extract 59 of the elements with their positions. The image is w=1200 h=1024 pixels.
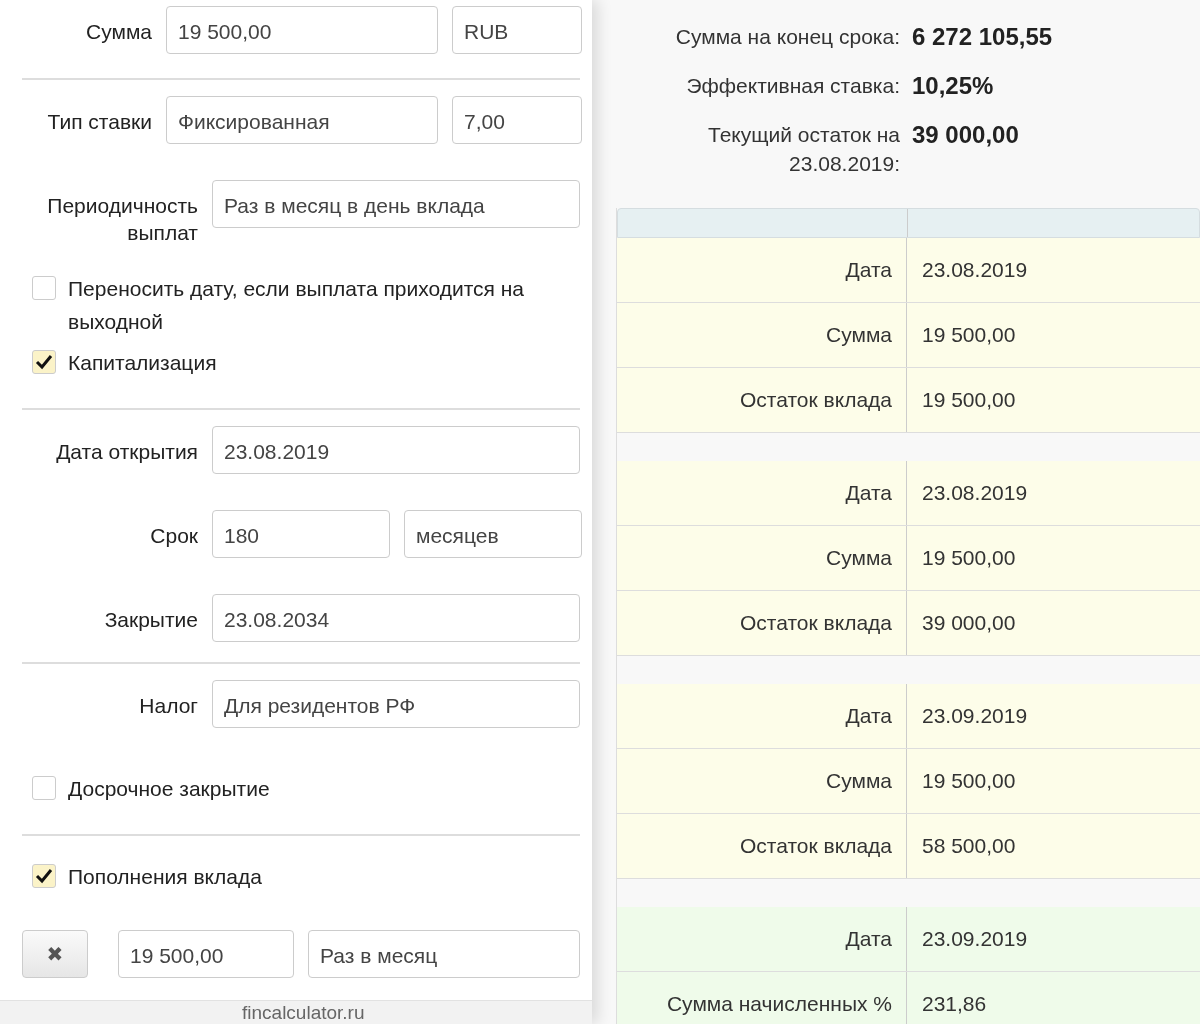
table-cell: Дата [617, 907, 907, 971]
checkbox[interactable] [32, 276, 56, 300]
field-label: Периодичность выплат [46, 193, 198, 246]
checkbox[interactable] [32, 350, 56, 374]
checkmark-icon [35, 868, 53, 884]
field-label: Дата открытия [55, 439, 198, 465]
table-cell-text: 19 500,00 [921, 768, 1017, 794]
table-cell-text: 231,86 [921, 991, 988, 1017]
summary-label: Текущий остаток на 23.08.2019: [707, 122, 900, 177]
input-field[interactable]: 23.08.2019 [212, 426, 580, 474]
summary-value: 6 272 105,55 [912, 22, 1054, 51]
summary-value: 10,25% [912, 71, 995, 100]
table-cell-text: 58 500,00 [921, 833, 1017, 859]
field-label: Налог [138, 693, 198, 719]
input-field[interactable]: 23.08.2034 [212, 594, 580, 642]
site-name: fincalculator.ru [242, 1001, 365, 1024]
input-field[interactable]: 19 500,00 [166, 6, 438, 54]
field-label: Закрытие [103, 607, 198, 633]
input-field[interactable]: RUB [452, 6, 582, 54]
table-cell-text: 19 500,00 [921, 545, 1017, 571]
checkbox[interactable] [32, 864, 56, 888]
checkbox-label: Капитализация [68, 350, 217, 376]
table-cell: Сумма [617, 749, 907, 813]
input-field[interactable]: Раз в месяц в день вклада [212, 180, 580, 228]
input-field[interactable]: Фиксированная [166, 96, 438, 144]
table-cell: Сумма [617, 303, 907, 367]
table-cell: Остаток вклада [617, 814, 907, 878]
table-cell-text: 19 500,00 [921, 387, 1017, 413]
input-field[interactable]: 180 [212, 510, 390, 558]
table-cell: Сумма [617, 526, 907, 590]
table-cell-text: 23.08.2019 [921, 257, 1029, 283]
table-cell-text: 23.09.2019 [921, 703, 1029, 729]
input-field[interactable]: 7,00 [452, 96, 582, 144]
table-cell-text: 23.08.2019 [921, 480, 1029, 506]
input-field[interactable]: 19 500,00 [118, 930, 294, 978]
input-field[interactable]: месяцев [404, 510, 582, 558]
table-cell: Дата [617, 461, 907, 525]
checkbox-label: Досрочное закрытие [68, 776, 270, 802]
checkbox[interactable] [32, 776, 56, 800]
checkmark-icon [35, 354, 53, 370]
table-cell-text: 19 500,00 [921, 322, 1017, 348]
field-label: Тип ставки [46, 109, 152, 135]
field-label: Сумма [85, 19, 152, 45]
field-label: Срок [149, 523, 198, 549]
checkbox-label: Пополнения вклада [68, 864, 262, 890]
summary-label: Сумма на конец срока: [674, 24, 900, 50]
remove-button[interactable]: ✖ [22, 930, 88, 978]
table-cell: Дата [617, 238, 907, 302]
input-field[interactable]: Раз в месяц [308, 930, 580, 978]
table-cell-text: 23.09.2019 [921, 926, 1029, 952]
checkbox-label: Переносить дату, если выплата приходится на выходной [68, 276, 526, 335]
table-cell: Остаток вклада [617, 591, 907, 655]
table-cell: Остаток вклада [617, 368, 907, 432]
table-cell: Дата [617, 684, 907, 748]
table-cell-text: 39 000,00 [921, 610, 1017, 636]
table-cell: Сумма начисленных % [617, 972, 907, 1024]
input-field[interactable]: Для резидентов РФ [212, 680, 580, 728]
summary-value: 39 000,00 [912, 120, 1020, 150]
summary-label: Эффективная ставка: [685, 73, 900, 99]
